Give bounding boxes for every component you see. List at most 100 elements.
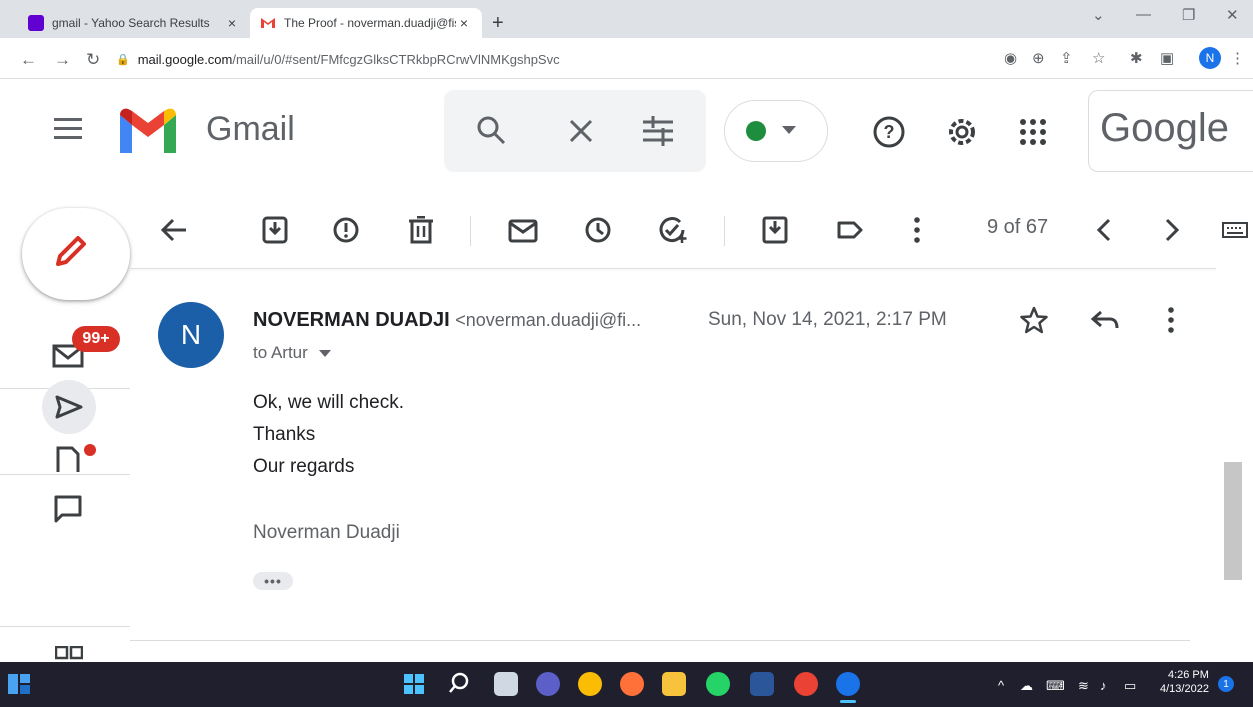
toolbar-divider [470, 216, 471, 246]
show-trimmed-content-button[interactable]: ••• [253, 572, 293, 590]
pencil-icon [52, 234, 88, 270]
more-options-icon[interactable] [910, 216, 924, 244]
sender-name[interactable]: NOVERMAN DUADJI [253, 309, 450, 331]
taskbar-search-icon[interactable] [448, 672, 470, 694]
chrome-active-icon[interactable] [836, 672, 860, 696]
teams-chat-icon[interactable] [536, 672, 560, 696]
reply-icon[interactable] [1090, 308, 1120, 332]
chrome-profile-icon[interactable] [794, 672, 818, 696]
windows-start-icon[interactable] [404, 674, 424, 694]
gmail-logo-icon[interactable] [116, 107, 180, 155]
svg-text:?: ? [884, 122, 895, 142]
search-icon[interactable] [476, 115, 506, 145]
extensions-icon[interactable]: ✱ [1130, 49, 1143, 67]
delete-trash-icon[interactable] [408, 216, 434, 244]
message-pager: 9 of 67 [987, 216, 1049, 238]
share-icon[interactable]: ⇪ [1060, 49, 1073, 67]
report-spam-icon[interactable] [332, 216, 360, 244]
older-chevron-right-icon[interactable] [1162, 216, 1182, 244]
add-to-tasks-icon[interactable] [658, 216, 688, 244]
move-to-icon[interactable] [762, 216, 788, 244]
nav-divider [0, 474, 130, 475]
help-icon[interactable]: ? [872, 115, 906, 149]
chat-bubble-icon[interactable] [53, 494, 83, 524]
tab-title: The Proof - noverman.duadji@fis [284, 16, 456, 30]
scrollbar-thumb[interactable] [1224, 462, 1242, 580]
word-icon[interactable] [750, 672, 774, 696]
tab-yahoo-search[interactable]: gmail - Yahoo Search Results × [18, 8, 250, 38]
inbox-unread-badge: 99+ [72, 326, 120, 352]
tab-close-icon[interactable]: × [224, 15, 240, 31]
browser-menu-icon[interactable]: ⋮ [1230, 49, 1245, 67]
snooze-clock-icon[interactable] [584, 216, 612, 244]
url-path: /mail/u/0/#sent/FMfcgzGlksCTRkbpRCrwVlNM… [232, 51, 560, 67]
active-status-dot-icon [746, 121, 766, 141]
chrome-icon[interactable] [578, 672, 602, 696]
newer-chevron-left-icon[interactable] [1094, 216, 1114, 244]
restore-icon[interactable]: ❐ [1182, 6, 1195, 24]
close-window-icon[interactable]: ✕ [1226, 6, 1239, 24]
task-view-icon[interactable] [494, 672, 518, 696]
toolbar-divider [724, 216, 725, 246]
new-tab-button[interactable]: + [492, 12, 504, 35]
tab-close-icon[interactable]: × [456, 15, 472, 31]
firefox-icon[interactable] [620, 672, 644, 696]
wifi-icon[interactable]: ≋ [1078, 678, 1089, 694]
spaces-grid-icon[interactable] [55, 646, 83, 660]
reload-icon[interactable]: ↻ [86, 50, 100, 70]
whatsapp-icon[interactable] [706, 672, 730, 696]
label-icon[interactable] [836, 216, 864, 244]
file-explorer-icon[interactable] [662, 672, 686, 696]
keyboard-layout-icon[interactable]: ⌨ [1046, 678, 1065, 694]
sender-avatar[interactable]: N [158, 302, 224, 368]
search-options-icon[interactable] [643, 116, 673, 146]
battery-icon[interactable]: ▭ [1124, 678, 1136, 694]
tab-title: gmail - Yahoo Search Results [52, 16, 210, 30]
widgets-icon[interactable] [8, 674, 30, 694]
lock-icon: 🔒 [116, 53, 130, 66]
volume-icon[interactable]: ♪ [1100, 678, 1107, 693]
bookmark-star-icon[interactable]: ☆ [1092, 49, 1105, 67]
sender-line: NOVERMAN DUADJI <noverman.duadji@fi... [253, 309, 641, 332]
eye-icon[interactable]: ◉ [1004, 49, 1017, 67]
url-host: mail.google.com [137, 51, 233, 67]
url-bar[interactable]: 🔒 mail.google.com/mail/u/0/#sent/FMfcgzG… [108, 46, 998, 72]
notification-count-badge[interactable]: 1 [1218, 676, 1234, 692]
back-to-list-icon[interactable] [160, 216, 188, 244]
side-panel-icon[interactable]: ▣ [1160, 49, 1174, 67]
settings-gear-icon[interactable] [944, 114, 980, 150]
mark-unread-icon[interactable] [508, 216, 538, 243]
active-app-indicator [840, 700, 856, 703]
recipient-line[interactable]: to Artur [253, 343, 331, 363]
status-selector[interactable] [724, 100, 828, 162]
recipient-text: to Artur [253, 343, 308, 362]
apps-grid-icon[interactable] [1018, 117, 1048, 147]
message-body-line: Thanks [253, 424, 316, 445]
message-body-line: Our regards [253, 456, 355, 477]
forward-icon[interactable]: → [54, 50, 71, 70]
toolbar-divider-line [130, 268, 1216, 269]
tray-overflow-chevron-icon[interactable]: ^ [998, 678, 1004, 693]
clock-date: 4/13/2022 [1160, 683, 1209, 695]
message-body-line: Ok, we will check. [253, 392, 404, 413]
yahoo-favicon-icon [28, 15, 44, 31]
draft-file-icon[interactable] [56, 446, 80, 472]
main-menu-icon[interactable] [54, 118, 82, 140]
send-icon [55, 395, 83, 419]
input-tools-keyboard-icon[interactable] [1222, 222, 1248, 238]
recipient-details-caret-icon[interactable] [318, 350, 331, 358]
profile-avatar[interactable]: N [1199, 47, 1221, 69]
back-icon[interactable]: ← [20, 50, 37, 70]
taskbar-clock[interactable]: 4:26 PM 4/13/2022 [1160, 668, 1209, 696]
tab-gmail-message[interactable]: The Proof - noverman.duadji@fis × [250, 8, 482, 38]
minimize-icon[interactable]: — [1136, 6, 1151, 23]
message-date: Sun, Nov 14, 2021, 2:17 PM [708, 309, 947, 330]
zoom-icon[interactable]: ⊕ [1032, 49, 1045, 67]
clear-search-icon[interactable] [568, 118, 594, 144]
archive-icon[interactable] [262, 216, 288, 244]
google-wordmark: Google [1100, 106, 1229, 150]
onedrive-cloud-icon[interactable]: ☁ [1020, 678, 1033, 694]
tab-search-chevron-icon[interactable]: ⌄ [1092, 6, 1105, 24]
message-more-icon[interactable] [1164, 306, 1178, 334]
star-icon[interactable] [1020, 306, 1048, 334]
